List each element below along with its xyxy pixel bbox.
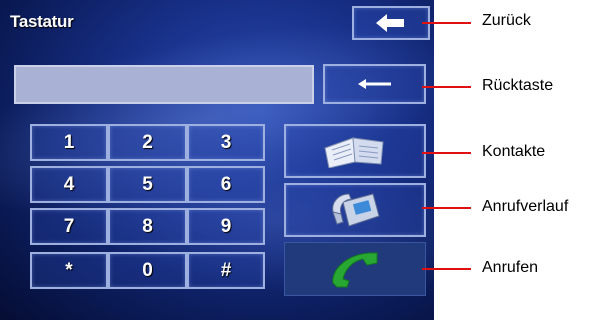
desk-phone-icon (332, 193, 380, 227)
leader-line (422, 22, 471, 24)
callout-contacts: Kontakte (482, 143, 546, 160)
leader-line (422, 268, 471, 270)
contacts-button[interactable] (284, 124, 426, 178)
key-1[interactable]: 1 (30, 124, 108, 161)
backspace-arrow-icon (357, 79, 391, 89)
key-5[interactable]: 5 (108, 166, 187, 203)
key-0[interactable]: 0 (108, 252, 187, 289)
key-4[interactable]: 4 (30, 166, 108, 203)
address-book-icon (324, 137, 384, 168)
key-8[interactable]: 8 (108, 208, 187, 245)
call-history-button[interactable] (284, 183, 426, 237)
key-9[interactable]: 9 (187, 208, 265, 245)
number-input[interactable] (14, 65, 314, 104)
leader-line (422, 152, 471, 154)
call-button[interactable] (284, 242, 426, 296)
leader-line (422, 86, 471, 88)
callout-back: Zurück (482, 12, 531, 29)
screen-title: Tastatur (10, 12, 74, 31)
backspace-button[interactable] (323, 64, 426, 104)
leader-line (422, 207, 471, 209)
phone-handset-icon (332, 252, 378, 288)
arrow-left-icon (376, 14, 404, 32)
key-6[interactable]: 6 (187, 166, 265, 203)
device-screen: Tastatur 1 2 3 4 5 6 7 8 9 * 0 # (0, 0, 434, 320)
key-star[interactable]: * (30, 252, 108, 289)
key-2[interactable]: 2 (108, 124, 187, 161)
key-3[interactable]: 3 (187, 124, 265, 161)
callout-call-history: Anrufverlauf (482, 198, 569, 215)
callout-backspace: Rücktaste (482, 77, 554, 94)
callout-call: Anrufen (482, 259, 539, 276)
key-hash[interactable]: # (187, 252, 265, 289)
key-7[interactable]: 7 (30, 208, 108, 245)
back-button[interactable] (352, 6, 430, 40)
